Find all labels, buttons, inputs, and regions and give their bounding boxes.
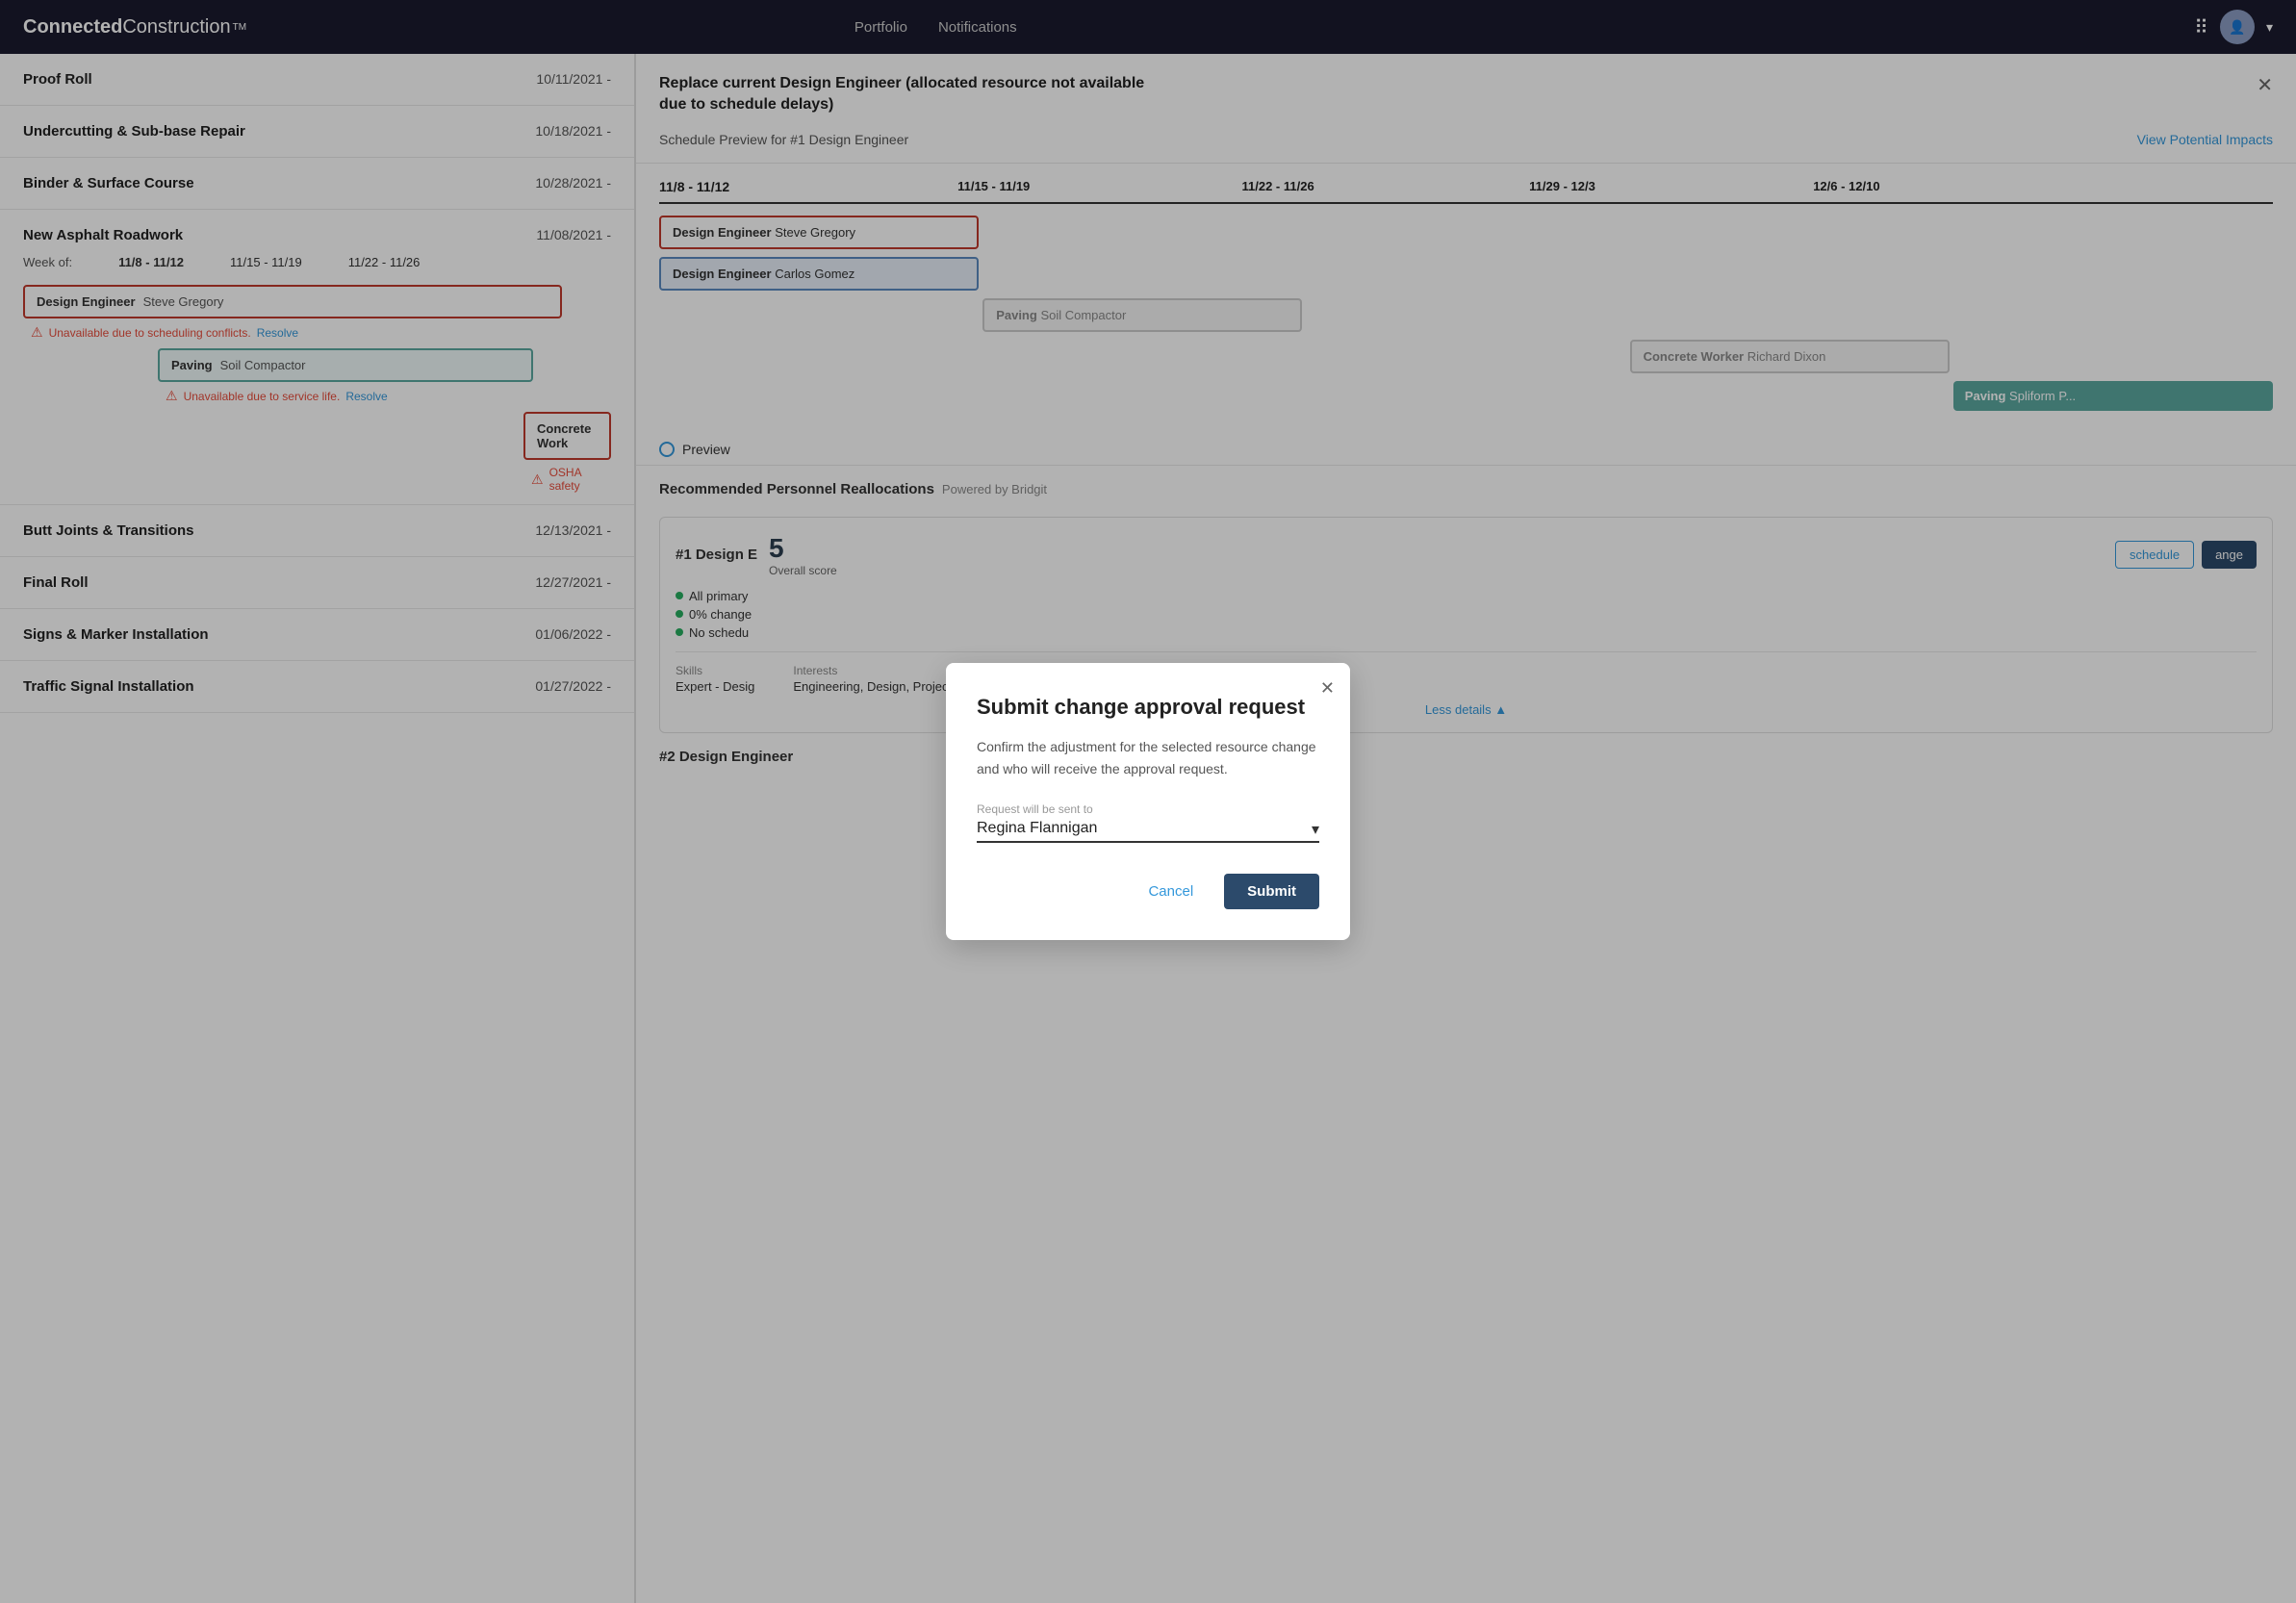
cancel-button[interactable]: Cancel (1133, 874, 1209, 909)
recipient-value: Regina Flannigan (977, 820, 1097, 836)
modal-overlay: ✕ Submit change approval request Confirm… (0, 0, 2296, 1603)
dropdown-arrow-icon: ▾ (1312, 820, 1319, 839)
modal-close-button[interactable]: ✕ (1320, 678, 1335, 699)
modal-title: Submit change approval request (977, 694, 1319, 722)
modal-field-label: Request will be sent to (977, 802, 1319, 816)
recipient-select-wrapper[interactable]: Regina Flannigan ▾ (977, 820, 1319, 843)
submit-approval-modal: ✕ Submit change approval request Confirm… (946, 663, 1350, 940)
submit-button[interactable]: Submit (1224, 874, 1319, 909)
modal-description: Confirm the adjustment for the selected … (977, 736, 1319, 779)
modal-actions: Cancel Submit (977, 874, 1319, 909)
